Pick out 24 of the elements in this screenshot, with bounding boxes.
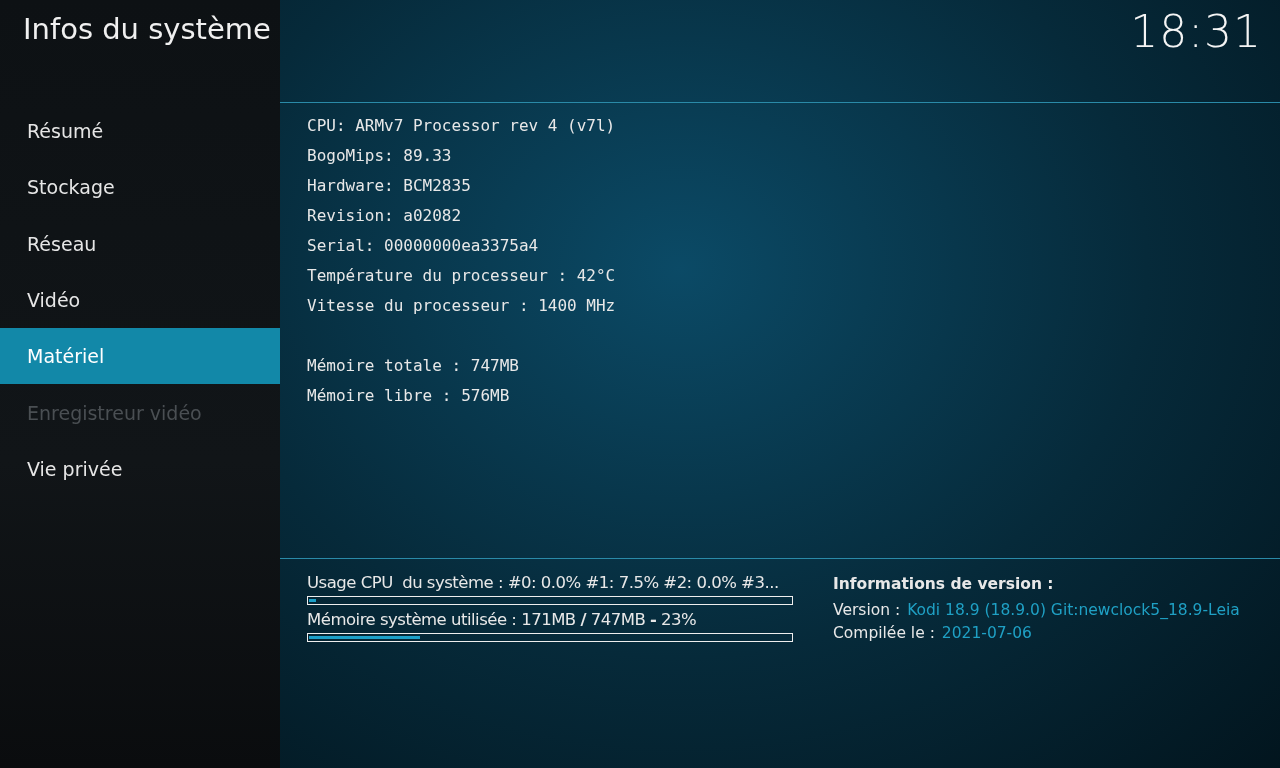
version-value: Kodi 18.9 (18.9.0) Git:newclock5_18.9-Leia bbox=[907, 600, 1240, 621]
version-label: Version : bbox=[833, 600, 901, 621]
info-line: Mémoire libre : 576MB bbox=[307, 385, 511, 407]
meter-label: Usage CPU du système : #0: 0.0% #1: 7.5% #2: 0.0% #3... bbox=[307, 572, 779, 594]
info-line: Température du processeur : 42°C bbox=[307, 265, 617, 287]
info-line: Serial: 00000000ea3375a4 bbox=[307, 235, 540, 257]
info-line: Mémoire totale : 747MB bbox=[307, 355, 520, 377]
info-line: Vitesse du processeur : 1400 MHz bbox=[307, 295, 617, 317]
clock: 18:31 bbox=[1130, 5, 1263, 57]
version-value: 2021-07-06 bbox=[941, 623, 1032, 644]
sidebar-item[interactable]: Matériel bbox=[0, 328, 280, 385]
sidebar-item[interactable]: Vidéo bbox=[0, 271, 280, 329]
info-line: Revision: a02082 bbox=[307, 205, 463, 227]
sidebar-item[interactable]: Stockage bbox=[0, 159, 280, 216]
version-heading: Informations de version : bbox=[833, 575, 1055, 593]
window-title: Infos du système bbox=[22, 11, 272, 48]
info-line: Hardware: BCM2835 bbox=[307, 175, 472, 197]
info-line: CPU: ARMv7 Processor rev 4 (v7l) bbox=[307, 115, 617, 137]
meter-label: Mémoire système utilisée : 171MB / 747MB - 23% bbox=[307, 609, 697, 631]
info-line: BogoMips: 89.33 bbox=[307, 145, 453, 167]
sidebar-item[interactable]: Résumé bbox=[0, 103, 280, 160]
sidebar-item[interactable]: Réseau bbox=[0, 215, 280, 272]
sidebar-item[interactable]: Vie privée bbox=[0, 440, 280, 498]
version-label: Compilée le : bbox=[833, 623, 935, 644]
